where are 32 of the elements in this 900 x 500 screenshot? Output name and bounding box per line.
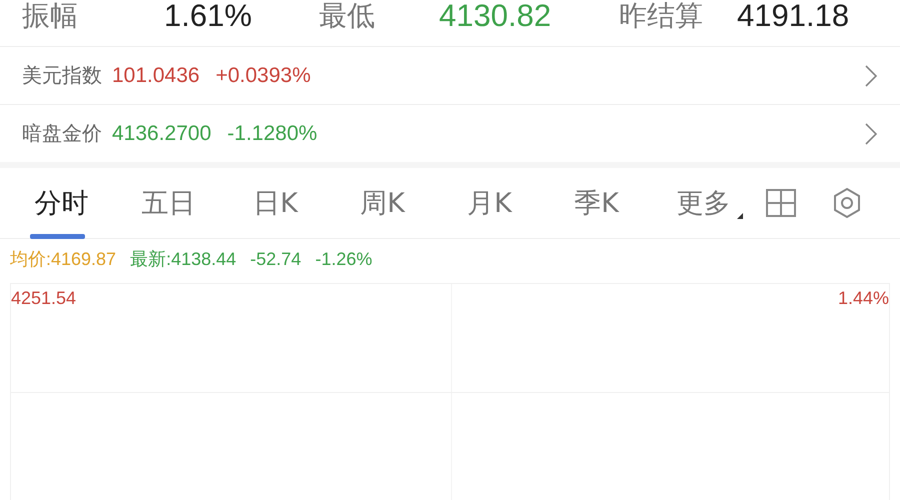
chart-tab[interactable]: 分时 [8, 167, 115, 239]
quote-price: 101.0436 [112, 64, 200, 88]
stat-label: 最低 [319, 0, 376, 34]
price-info: -52.74 [250, 248, 302, 270]
stat-value: 1.61% [164, 0, 253, 34]
settings-icon[interactable] [831, 187, 863, 219]
axis-label: 1.44% [838, 288, 889, 309]
chart-tab[interactable]: 五日 [115, 167, 222, 239]
quote-name: 美元指数 [22, 62, 102, 89]
chart-tab[interactable]: 更多 [650, 167, 757, 239]
grid-icon[interactable] [765, 187, 797, 219]
dropdown-corner-icon [737, 213, 743, 219]
stat-value: 4130.82 [439, 0, 552, 34]
price-info: -1.26% [315, 248, 372, 270]
chevron-right-icon [864, 64, 878, 88]
axis-label: 4251.54 [11, 288, 76, 309]
chart-tab[interactable]: 月K [436, 167, 543, 239]
chart-tab[interactable]: 日K [222, 167, 329, 239]
chart-tab[interactable]: 季K [543, 167, 650, 239]
quote-change: -1.1280% [227, 122, 318, 146]
stat-value: 4191.18 [737, 0, 850, 34]
quote-price: 4136.2700 [112, 122, 212, 146]
stat-label: 昨结算 [619, 0, 704, 34]
quote-change: +0.0393% [216, 64, 311, 88]
quote-row[interactable]: 美元指数 101.0436 +0.0393% [0, 46, 900, 104]
quote-row[interactable]: 暗盘金价 4136.2700 -1.1280% [0, 104, 900, 162]
stat-label: 振幅 [22, 0, 79, 34]
price-info: 均价:4169.87 [10, 248, 116, 271]
chart-tab[interactable]: 周K [329, 167, 436, 239]
price-info: 最新:4138.44 [130, 248, 236, 271]
quote-name: 暗盘金价 [22, 120, 102, 147]
chevron-right-icon [864, 122, 878, 146]
